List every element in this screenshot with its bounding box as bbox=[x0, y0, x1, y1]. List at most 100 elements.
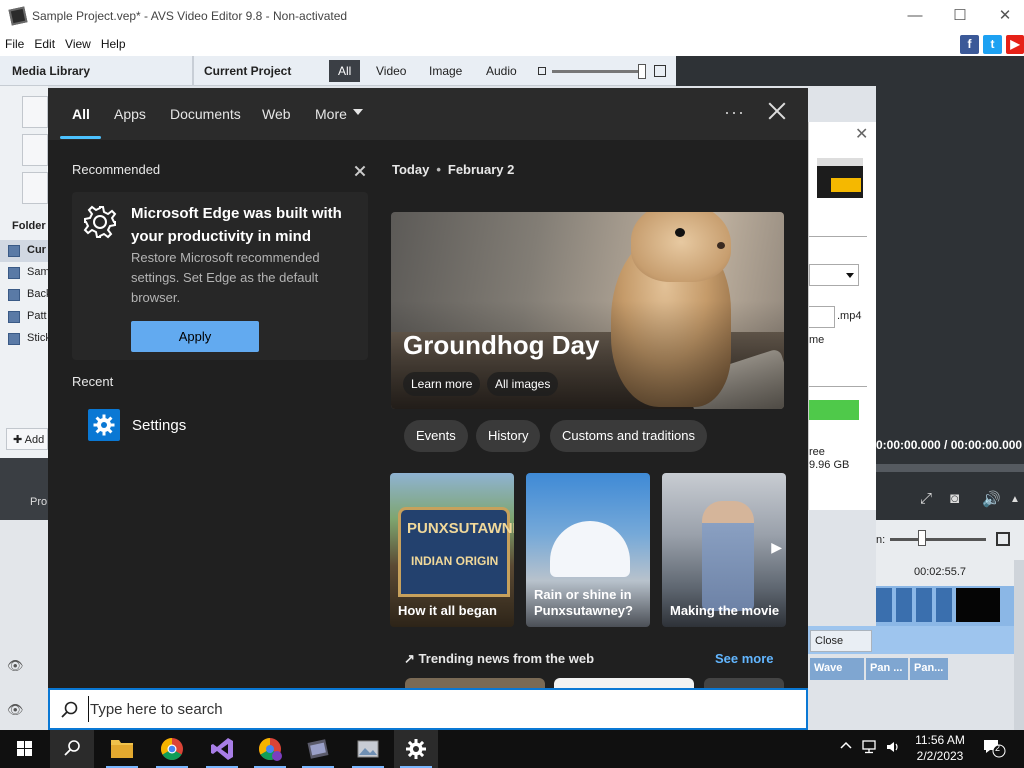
add-folder-button[interactable]: ✚ Add bbox=[6, 428, 48, 450]
search-tab-more[interactable]: More bbox=[315, 106, 363, 122]
all-images-button[interactable]: All images bbox=[487, 372, 559, 396]
zoom-slider-thumb[interactable] bbox=[918, 530, 926, 546]
menu-view[interactable]: View bbox=[60, 37, 96, 51]
avs-video-editor-taskbar-button[interactable] bbox=[296, 730, 340, 768]
timeline-scrollbar[interactable] bbox=[1014, 560, 1024, 730]
network-icon[interactable] bbox=[862, 740, 878, 757]
story-card-caption: How it all began bbox=[398, 603, 497, 618]
chevron-right-icon[interactable]: ▶ bbox=[771, 539, 782, 556]
recent-item-settings[interactable]: Settings bbox=[88, 409, 288, 441]
folder-row[interactable]: Stick bbox=[0, 328, 51, 350]
library-tool-button[interactable] bbox=[22, 172, 48, 204]
search-tab-all[interactable]: All bbox=[72, 106, 90, 122]
chip-customs-and-traditions[interactable]: Customs and traditions bbox=[550, 420, 707, 452]
more-options-button[interactable]: ··· bbox=[724, 102, 745, 123]
clapper-arrow-icon bbox=[817, 158, 863, 198]
filter-tab-video[interactable]: Video bbox=[367, 60, 415, 82]
facebook-icon[interactable]: f bbox=[960, 35, 979, 54]
clip-thumb[interactable] bbox=[876, 588, 892, 622]
filter-tab-all[interactable]: All bbox=[329, 60, 361, 82]
search-icon bbox=[64, 740, 80, 756]
ruler-time: 00:02:55.7 bbox=[914, 566, 966, 578]
dialog-close-icon[interactable]: ✕ bbox=[855, 124, 868, 144]
close-window-button[interactable]: ✕ bbox=[995, 6, 1015, 26]
close-search-icon[interactable] bbox=[766, 100, 788, 122]
snapshot-icon[interactable]: ◙ bbox=[950, 490, 959, 507]
transition-item[interactable]: Pan... bbox=[910, 658, 948, 680]
fullscreen-icon[interactable]: ⤢ bbox=[920, 490, 932, 507]
search-tab-web[interactable]: Web bbox=[262, 106, 291, 122]
learn-more-button[interactable]: Learn more bbox=[403, 372, 481, 396]
add-media-button[interactable] bbox=[22, 96, 48, 128]
story-card[interactable]: ▶ Making the movie bbox=[662, 473, 786, 627]
start-button[interactable] bbox=[2, 730, 46, 768]
label-fragment: me bbox=[809, 334, 825, 346]
system-clock[interactable]: 11:56 AM 2/2/2023 bbox=[906, 732, 974, 764]
player-time: 0:00:00.000 / 00:00:00.000 bbox=[876, 438, 1023, 452]
volume-up-icon[interactable]: ▲ bbox=[1010, 494, 1020, 505]
thumbnail-size-slider[interactable] bbox=[538, 64, 666, 79]
recommended-heading: Recommended bbox=[72, 162, 161, 177]
trending-arrow-icon: ↗ bbox=[404, 651, 415, 666]
notification-center-button[interactable]: 2 bbox=[982, 738, 1006, 761]
clip-thumb[interactable] bbox=[936, 588, 952, 622]
visual-studio-taskbar-button[interactable] bbox=[200, 730, 244, 768]
settings-taskbar-button[interactable] bbox=[394, 730, 438, 768]
menu-file[interactable]: File bbox=[0, 37, 29, 51]
file-explorer-taskbar-button[interactable] bbox=[100, 730, 144, 768]
library-tool-button[interactable] bbox=[22, 134, 48, 166]
active-tab-indicator bbox=[60, 136, 101, 139]
picture-icon bbox=[357, 740, 379, 758]
twitter-icon[interactable]: t bbox=[983, 35, 1002, 54]
groundhog-day-hero-image[interactable]: Groundhog Day Learn more All images bbox=[391, 212, 784, 409]
seek-bar[interactable] bbox=[876, 464, 1024, 472]
folder-row[interactable]: Cur bbox=[0, 240, 48, 262]
title-bar: Sample Project.vep* - AVS Video Editor 9… bbox=[0, 0, 1024, 32]
youtube-icon[interactable]: ▶ bbox=[1006, 35, 1024, 54]
search-tab-apps[interactable]: Apps bbox=[114, 106, 146, 122]
maximize-button[interactable]: ☐ bbox=[950, 6, 970, 26]
transition-item[interactable]: Wave bbox=[810, 658, 864, 680]
clip-thumb[interactable] bbox=[896, 588, 912, 622]
folder-row[interactable]: Patt bbox=[0, 306, 48, 328]
story-card[interactable]: Rain or shine in Punxsutawney? bbox=[526, 473, 650, 627]
windows-logo-icon bbox=[17, 741, 32, 756]
minimize-button[interactable]: — bbox=[905, 6, 925, 26]
caret-down-icon bbox=[352, 109, 363, 120]
filter-tab-image[interactable]: Image bbox=[420, 60, 471, 82]
menu-edit[interactable]: Edit bbox=[29, 37, 60, 51]
fit-timeline-icon[interactable] bbox=[996, 532, 1010, 546]
volume-icon[interactable]: 🔊 bbox=[982, 490, 1001, 508]
clip-thumb[interactable] bbox=[956, 588, 1000, 622]
clip-thumb[interactable] bbox=[916, 588, 932, 622]
dismiss-recommendation-icon[interactable] bbox=[353, 164, 366, 177]
chip-history[interactable]: History bbox=[476, 420, 541, 452]
search-tab-documents[interactable]: Documents bbox=[170, 106, 241, 122]
story-card[interactable]: PUNXSUTAWNE INDIAN ORIGIN How it all beg… bbox=[390, 473, 514, 627]
timeline-track-headers: 👁 👁 bbox=[0, 520, 48, 730]
eye-icon[interactable]: 👁 bbox=[7, 702, 24, 718]
show-hidden-icons-chevron[interactable] bbox=[840, 740, 852, 755]
volume-icon[interactable] bbox=[886, 740, 900, 757]
dialog-close-button[interactable]: Close bbox=[810, 630, 872, 652]
free-space-label: ree bbox=[809, 446, 825, 458]
transition-item[interactable]: Pan ... bbox=[866, 658, 908, 680]
folder-row[interactable]: Back bbox=[0, 284, 51, 306]
menu-bar: File Edit View Help bbox=[0, 32, 1024, 56]
eye-icon[interactable]: 👁 bbox=[7, 658, 24, 674]
see-more-link[interactable]: See more bbox=[715, 651, 774, 666]
image-viewer-taskbar-button[interactable] bbox=[346, 730, 390, 768]
menu-help[interactable]: Help bbox=[96, 37, 131, 51]
chrome-taskbar-button[interactable] bbox=[150, 730, 194, 768]
apply-button[interactable]: Apply bbox=[131, 321, 259, 352]
chip-events[interactable]: Events bbox=[404, 420, 468, 452]
chrome-profile-taskbar-button[interactable] bbox=[248, 730, 292, 768]
format-dropdown[interactable] bbox=[809, 264, 859, 286]
projects-label[interactable]: Pro bbox=[30, 496, 47, 508]
file-name-input[interactable] bbox=[809, 306, 835, 328]
folder-row[interactable]: Sam bbox=[0, 262, 50, 284]
search-input[interactable] bbox=[88, 696, 788, 722]
transitions-track: Wave Pan ... Pan... bbox=[808, 656, 1018, 682]
taskbar-search-button[interactable] bbox=[50, 730, 94, 768]
filter-tab-audio[interactable]: Audio bbox=[477, 60, 526, 82]
